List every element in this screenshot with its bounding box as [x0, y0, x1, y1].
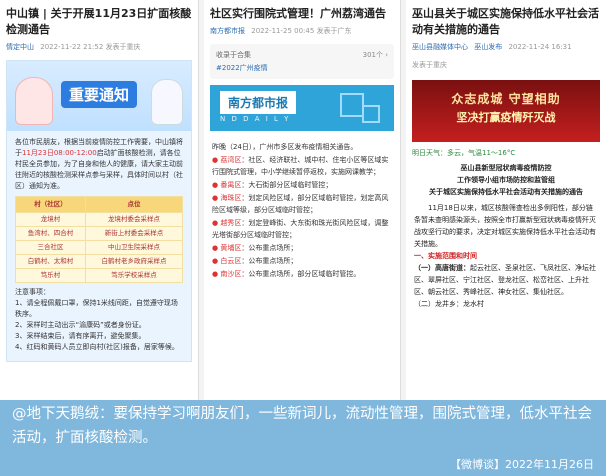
doc-paragraph: （一）高唐街道：起云社区、圣泉社区、飞凤社区、净坛社区、翠屏社区、宁江社区、登龙… [414, 262, 598, 298]
doc-header: 关于城区实施保持低水平社会活动有关措施的通告 [429, 188, 583, 196]
newspaper-banner: 南方都市报 N D D A I L Y [210, 85, 394, 131]
bullet-icon: ● [212, 156, 219, 164]
poster-time: 11月23日08:00-12:00 [22, 149, 97, 157]
mascot-illustration [15, 77, 53, 125]
collection-label: 收录于合集 [216, 51, 251, 59]
doc-header: 工作领导小组市场防控和监管组 [457, 176, 555, 184]
table-row: 三合社区 中山卫生院采样点 [15, 240, 184, 255]
article-date: 2022-11-22 21:52 [40, 43, 104, 51]
list-item: ● 番禺区：大石街部分区域临时管控； [212, 181, 333, 189]
note-item: 3、采样结束后，请有序离开，避免聚集。 [15, 332, 146, 340]
decor-square [340, 93, 364, 117]
notice-poster: 重要通知 各位市民朋友，根据当前疫情防控工作需要，中山镇将于11月23日08:0… [6, 60, 192, 362]
article-location: 发表于重庆 [412, 61, 447, 69]
article-title[interactable]: 社区实行围院式管理！广州荔湾通告 [204, 0, 400, 22]
article-meta: 情定中山 2022-11-22 21:52 发表于重庆 [0, 38, 198, 56]
bullet-icon: ● [212, 219, 219, 227]
article-title[interactable]: 中山镇 | 关于开展11月23日扩面核酸检测通告 [0, 0, 198, 38]
list-item: ● 黄埔区：公布重点场所； [212, 244, 298, 252]
slogan-line-1: 众志成城 守望相助 [451, 92, 561, 106]
list-item: ● 荔湾区：社区、经济联社、城中村、住宅小区等区域实行围院式管理，中小学继续暂停… [212, 156, 389, 176]
table-header: 村（社区） [15, 196, 86, 213]
table-cell: 白鹤村老乡政府采样点 [84, 254, 184, 269]
table-cell: 中山卫生院采样点 [84, 240, 184, 255]
article-source[interactable]: 南方都市报 [210, 27, 245, 35]
table-header: 点位 [84, 196, 184, 213]
article-panel-3[interactable]: 巫山县关于城区实施保持低水平社会活动有关措施的通告 巫山县融媒体中心 巫山发布 … [406, 0, 606, 400]
bullet-icon: ● [212, 194, 219, 202]
article-panel-2[interactable]: 社区实行围院式管理！广州荔湾通告 南方都市报 2022-11-25 00:45 … [204, 0, 401, 400]
poster-body: 各位市民朋友，根据当前疫情防控工作需要，中山镇将于11月23日08:00-12:… [7, 131, 191, 359]
caption-bar: @地下天鹅绒：要保持学习啊朋友们，一些新词儿，流动性管理，围院式管理，低水平社会… [0, 400, 606, 476]
poster-hero: 重要通知 [7, 61, 191, 131]
table-cell: 笃乐村 [15, 268, 86, 283]
table-cell: 笃乐学校采样点 [84, 268, 184, 283]
caption-text: @地下天鹅绒：要保持学习啊朋友们，一些新词儿，流动性管理，围院式管理，低水平社会… [12, 406, 592, 446]
bullet-icon: ● [212, 257, 219, 265]
banner-brand: 南方都市报 [220, 91, 297, 114]
bullet-icon: ● [212, 181, 219, 189]
bullet-icon: ● [212, 270, 219, 278]
list-item: ● 白云区：公布重点场所； [212, 257, 298, 265]
doc-paragraph: （二）龙井乡：龙水村 [414, 300, 484, 308]
doc-paragraph: 11月18日以来，城区核酸筛查检出多例阳性，部分链条暂未查明感染源头，按照全市打… [414, 204, 596, 248]
sampling-sites-table: 村（社区） 点位 龙境村 龙境村委会采样点 鱼湾村、四合村 新街上村委会采样点 三合… [15, 196, 184, 283]
table-cell: 龙境村委会采样点 [84, 212, 184, 227]
article-meta: 巫山县融媒体中心 巫山发布 2022-11-24 16:31 [406, 38, 606, 56]
article-location: 发表于广东 [316, 27, 352, 35]
doc-section-title: 一、实施范围和时间 [414, 252, 477, 260]
notice-document: 巫山县新型冠状病毒疫情防控 工作领导小组市场防控和监管组 关于城区实施保持低水平… [406, 158, 606, 314]
table-cell: 龙境村 [15, 212, 86, 227]
decor-square [362, 105, 380, 123]
bullet-icon: ● [212, 244, 219, 252]
caption-source: 【微博谈】2022年11月26日 [450, 458, 594, 471]
collection-count[interactable]: 301个 › [363, 50, 388, 60]
article-body: 昨晚（24日），广州市多区发布疫情相关通告。 ● 荔湾区：社区、经济联社、城中村… [204, 137, 400, 285]
table-cell: 新街上村委会采样点 [84, 226, 184, 241]
article-date: 2022-11-24 16:31 [508, 43, 572, 51]
list-item: ● 南沙区：公布重点场所，部分区域临时管控。 [212, 270, 361, 278]
collection-tag[interactable]: #2022广州疫情 [216, 63, 388, 73]
article-source[interactable]: 巫山县融媒体中心 [412, 43, 468, 51]
list-item: ● 越秀区：划定登峰街、大东街和珠光街风险区域，调整光塔街部分区域临时管控； [212, 219, 389, 239]
article-title[interactable]: 巫山县关于城区实施保持低水平社会活动有关措施的通告 [406, 0, 606, 38]
article-location: 发表于重庆 [105, 43, 141, 51]
notes-title: 注意事项： [15, 288, 50, 296]
collection-card[interactable]: 收录于合集 #2022广州疫情 301个 › [210, 44, 394, 79]
note-item: 1、请全程佩戴口罩，保持1米线间距，自觉遵守现场秩序。 [15, 299, 178, 318]
banner-sub: N D D A I L Y [220, 115, 291, 123]
article-date: 2022-11-25 00:45 [251, 27, 315, 35]
doc-street-label: （一）高唐街道： [414, 264, 470, 272]
doc-header: 巫山县新型冠状病毒疫情防控 [460, 164, 552, 172]
list-item: ● 海珠区：划定风险区域，部分区域临时管控，划定高风险区域等级，部分区域临时管控… [212, 194, 389, 214]
table-row: 白鹤村、太和村 白鹤村老乡政府采样点 [15, 254, 184, 269]
table-cell: 三合社区 [15, 240, 86, 255]
table-row: 鱼湾村、四合村 新街上村委会采样点 [15, 226, 184, 241]
table-row: 龙境村 龙境村委会采样点 [15, 212, 184, 227]
slogan-line-2: 坚决打赢疫情歼灭战 [456, 111, 556, 124]
table-cell: 白鹤村、太和村 [15, 254, 86, 269]
note-item: 4、红码和黄码人员立即向村(社区)报备，居家等候。 [15, 343, 179, 351]
article-source-2[interactable]: 巫山发布 [474, 43, 502, 51]
article-intro: 昨晚（24日），广州市多区发布疫情相关通告。 [212, 143, 358, 151]
table-row: 笃乐村 笃乐学校采样点 [15, 268, 184, 283]
table-cell: 鱼湾村、四合村 [15, 226, 86, 241]
doctor-illustration [151, 79, 183, 125]
poster-heading: 重要通知 [61, 81, 138, 108]
weather-line: 明日天气：多云，气温11～16°C [412, 149, 516, 157]
article-panel-1[interactable]: 中山镇 | 关于开展11月23日扩面核酸检测通告 情定中山 2022-11-22… [0, 0, 199, 400]
slogan-banner: 众志成城 守望相助 坚决打赢疫情歼灭战 [412, 80, 600, 142]
note-item: 2、采样时主动出示“渝康码”或者身份证。 [15, 321, 146, 329]
poster-notes: 注意事项： 1、请全程佩戴口罩，保持1米线间距，自觉遵守现场秩序。 2、采样时主… [15, 287, 183, 353]
article-meta: 南方都市报 2022-11-25 00:45 发表于广东 [204, 22, 400, 40]
article-source[interactable]: 情定中山 [6, 43, 34, 51]
